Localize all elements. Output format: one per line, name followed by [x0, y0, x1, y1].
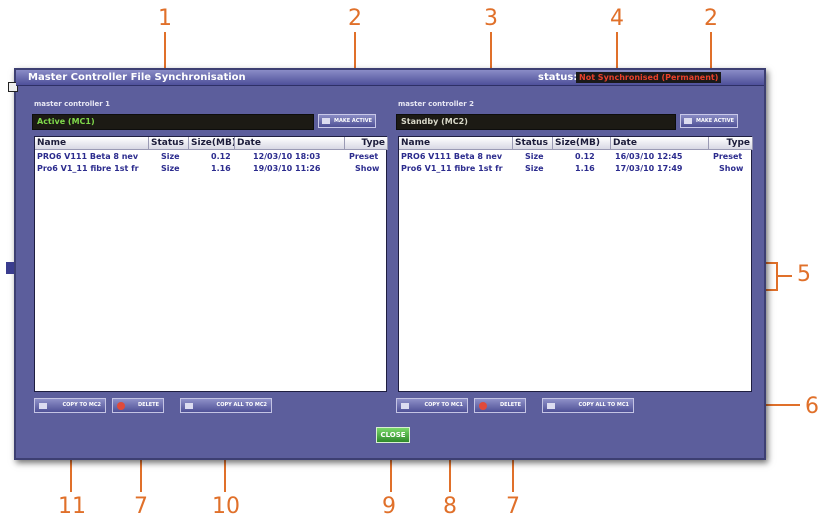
callout-9: 9 — [382, 494, 396, 514]
delete-mc2-button[interactable]: DELETE — [474, 398, 526, 413]
cell-status: Size — [161, 164, 180, 173]
table-row[interactable]: PRO6 V111 Beta 8 nev Size 0.12 12/03/10 … — [35, 151, 386, 163]
cell-name: Pro6 V1_11 fibre 1st fr — [401, 164, 503, 173]
folder-icon — [322, 118, 330, 124]
copy-all-to-mc2-button[interactable]: COPY ALL TO MC2 — [180, 398, 272, 413]
copy-to-mc1-label: COPY TO MC1 — [424, 402, 463, 408]
callout-11: 11 — [58, 494, 86, 514]
callout-10: 10 — [212, 494, 240, 514]
leader-line-5-tick — [776, 275, 792, 277]
mc2-col-size[interactable]: Size(MB) — [553, 137, 611, 150]
cell-name: PRO6 V111 Beta 8 nev — [401, 152, 503, 161]
mc1-state-bar: Active (MC1) — [32, 114, 314, 130]
mc2-col-type[interactable]: Type — [709, 137, 753, 150]
callout-3: 3 — [484, 6, 498, 31]
callout-1: 1 — [158, 6, 172, 31]
cell-status: Size — [161, 152, 180, 161]
delete-icon — [117, 402, 125, 410]
table-row[interactable]: Pro6 V1_11 fibre 1st fr Size 1.16 19/03/… — [35, 163, 386, 175]
mc2-col-status[interactable]: Status — [513, 137, 553, 150]
copy-to-mc1-button[interactable]: COPY TO MC1 — [396, 398, 468, 413]
mc2-make-active-label: MAKE ACTIVE — [696, 118, 734, 124]
cell-type: Show — [719, 164, 744, 173]
mc1-make-active-label: MAKE ACTIVE — [334, 118, 372, 124]
cell-size: 0.12 — [575, 152, 595, 161]
cell-date: 19/03/10 11:26 — [253, 164, 321, 173]
mc1-state-text: Active (MC1) — [37, 117, 95, 126]
callout-2-left: 2 — [348, 6, 362, 31]
cell-date: 17/03/10 17:49 — [615, 164, 683, 173]
cell-status: Size — [525, 152, 544, 161]
mc1-file-list[interactable]: Name Status Size(MB) Date Type PRO6 V111… — [34, 136, 388, 392]
cell-size: 1.16 — [211, 164, 231, 173]
copy-all-to-mc1-label: COPY ALL TO MC1 — [578, 402, 629, 408]
callout-6: 6 — [805, 394, 819, 419]
copy-icon — [185, 403, 193, 409]
mc1-col-type[interactable]: Type — [345, 137, 388, 150]
window-title: Master Controller File Synchronisation — [28, 72, 246, 83]
mc1-col-status[interactable]: Status — [149, 137, 189, 150]
cell-type: Show — [355, 164, 380, 173]
mc1-col-size[interactable]: Size(MB) — [189, 137, 235, 150]
callout-7-left: 7 — [134, 494, 148, 514]
mc2-make-active-button[interactable]: MAKE ACTIVE — [680, 114, 738, 128]
callout-7-right: 7 — [506, 494, 520, 514]
cell-date: 16/03/10 12:45 — [615, 152, 683, 161]
callout-2-right: 2 — [704, 6, 718, 31]
window-side-marker — [6, 262, 14, 274]
mc2-state-text: Standby (MC2) — [401, 117, 468, 126]
copy-to-mc2-label: COPY TO MC2 — [62, 402, 101, 408]
callout-8: 8 — [443, 494, 457, 514]
copy-all-to-mc2-label: COPY ALL TO MC2 — [216, 402, 267, 408]
copy-to-mc2-button[interactable]: COPY TO MC2 — [34, 398, 106, 413]
cell-status: Size — [525, 164, 544, 173]
cell-date: 12/03/10 18:03 — [253, 152, 321, 161]
folder-icon — [684, 118, 692, 124]
mc2-state-bar: Standby (MC2) — [396, 114, 676, 130]
delete-icon — [479, 402, 487, 410]
copy-icon — [39, 403, 47, 409]
table-row[interactable]: Pro6 V1_11 fibre 1st fr Size 1.16 17/03/… — [399, 163, 751, 175]
cell-type: Preset — [349, 152, 379, 161]
title-bar[interactable]: Master Controller File Synchronisation s… — [16, 70, 764, 86]
delete-mc1-button[interactable]: DELETE — [112, 398, 164, 413]
copy-icon — [547, 403, 555, 409]
cell-name: PRO6 V111 Beta 8 nev — [37, 152, 139, 161]
copy-icon — [401, 403, 409, 409]
delete-mc2-label: DELETE — [500, 402, 521, 408]
mc1-make-active-button[interactable]: MAKE ACTIVE — [318, 114, 376, 128]
table-row[interactable]: PRO6 V111 Beta 8 nev Size 0.12 16/03/10 … — [399, 151, 751, 163]
cell-size: 0.12 — [211, 152, 231, 161]
mc1-panel-label: master controller 1 — [34, 100, 111, 108]
delete-mc1-label: DELETE — [138, 402, 159, 408]
cell-size: 1.16 — [575, 164, 595, 173]
status-label: status: — [538, 72, 578, 83]
mc2-col-name[interactable]: Name — [399, 137, 513, 150]
mc1-col-name[interactable]: Name — [35, 137, 149, 150]
callout-5: 5 — [797, 262, 811, 287]
sync-dialog-window: Master Controller File Synchronisation s… — [6, 68, 766, 460]
cell-type: Preset — [713, 152, 743, 161]
mc2-file-list[interactable]: Name Status Size(MB) Date Type PRO6 V111… — [398, 136, 753, 392]
copy-all-to-mc1-button[interactable]: COPY ALL TO MC1 — [542, 398, 634, 413]
mc2-col-date[interactable]: Date — [611, 137, 709, 150]
mc1-col-date[interactable]: Date — [235, 137, 345, 150]
close-button[interactable]: CLOSE — [376, 427, 410, 443]
cell-name: Pro6 V1_11 fibre 1st fr — [37, 164, 139, 173]
status-value: Not Synchronised (Permanent) — [576, 72, 722, 83]
callout-4: 4 — [610, 6, 624, 31]
mc2-panel-label: master controller 2 — [398, 100, 475, 108]
